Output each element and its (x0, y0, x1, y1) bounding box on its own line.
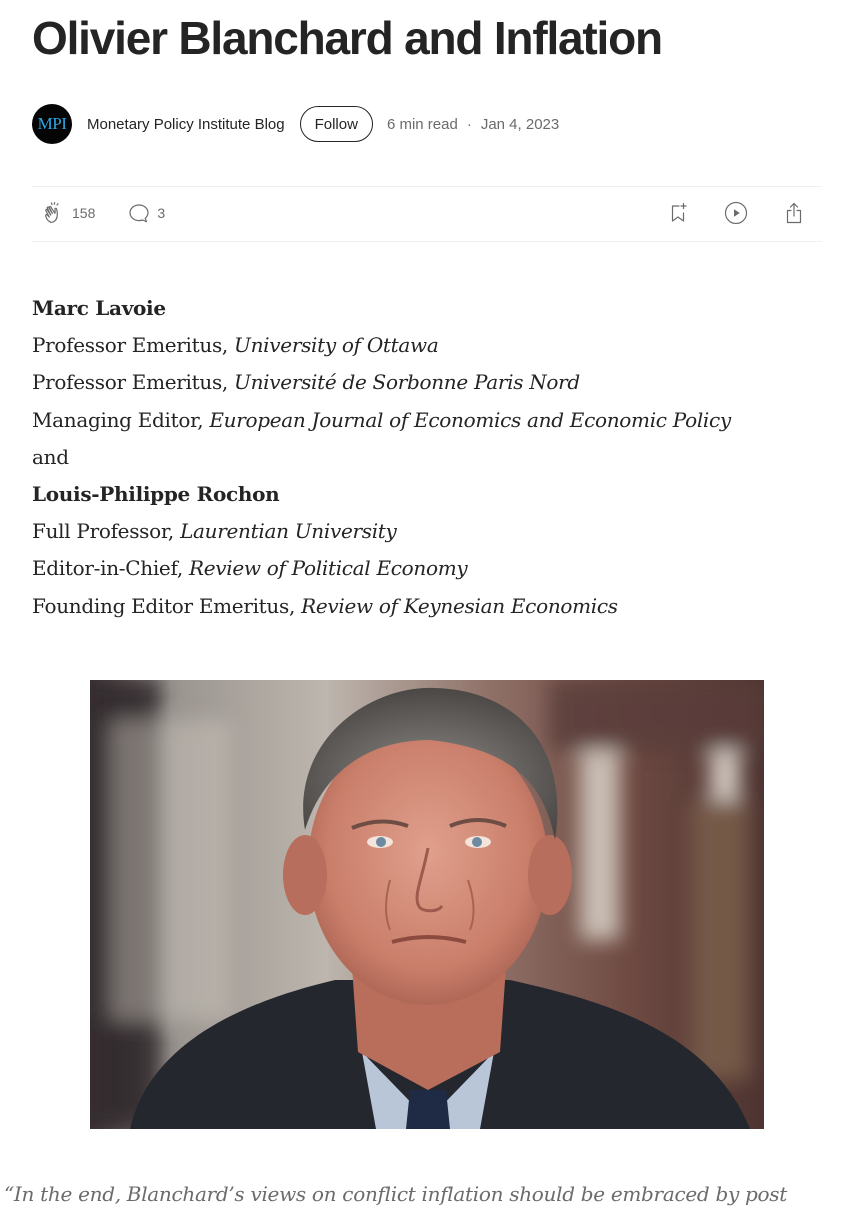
authors-joiner: and (32, 444, 69, 469)
listen-button[interactable] (724, 201, 748, 225)
author-name: Marc Lavoie (32, 296, 166, 320)
follow-button[interactable]: Follow (299, 106, 373, 142)
author-credits: Marc Lavoie Professor Emeritus, Universi… (32, 290, 731, 625)
article-meta: 6 min read · Jan 4, 2023 (387, 116, 559, 133)
meta-separator: · (466, 115, 472, 133)
share-button[interactable] (782, 201, 806, 225)
bookmark-button[interactable] (666, 201, 690, 225)
clap-button[interactable]: 158 (42, 201, 95, 225)
response-count: 3 (157, 205, 166, 221)
author-name: Louis-Philippe Rochon (32, 482, 280, 507)
bookmark-add-icon (666, 201, 690, 225)
pull-quote: “In the end, Blanchard’s views on confli… (0, 1178, 790, 1208)
publish-date: Jan 4, 2023 (480, 115, 560, 133)
play-icon (724, 201, 748, 225)
byline: MPI Monetary Policy Institute Blog Follo… (32, 104, 559, 144)
author-role: Editor-in-Chief, Review of Political Eco… (32, 556, 468, 581)
clap-count: 158 (72, 205, 96, 221)
author-role: Managing Editor, European Journal of Eco… (32, 407, 731, 432)
publication-avatar[interactable]: MPI (32, 104, 72, 144)
read-time: 6 min read (386, 115, 458, 133)
article-photo (90, 680, 764, 1129)
publication-name[interactable]: Monetary Policy Institute Blog (87, 116, 285, 133)
author-role: Full Professor, Laurentian University (32, 519, 397, 544)
responses-button[interactable]: 3 (127, 201, 165, 225)
quote-text: “In the end, Blanchard’s views on confli… (4, 1182, 787, 1206)
avatar-text: MPI (37, 114, 67, 133)
article-title: Olivier Blanchard and Inflation (32, 12, 663, 64)
comment-icon (127, 201, 151, 225)
author-role: Founding Editor Emeritus, Review of Keyn… (32, 593, 618, 618)
author-role: Professor Emeritus, University of Ottawa (32, 333, 439, 358)
author-role: Professor Emeritus, Université de Sorbon… (32, 370, 580, 395)
share-icon (782, 201, 806, 225)
clap-icon (42, 201, 66, 225)
article-action-bar: 158 3 (32, 186, 822, 242)
